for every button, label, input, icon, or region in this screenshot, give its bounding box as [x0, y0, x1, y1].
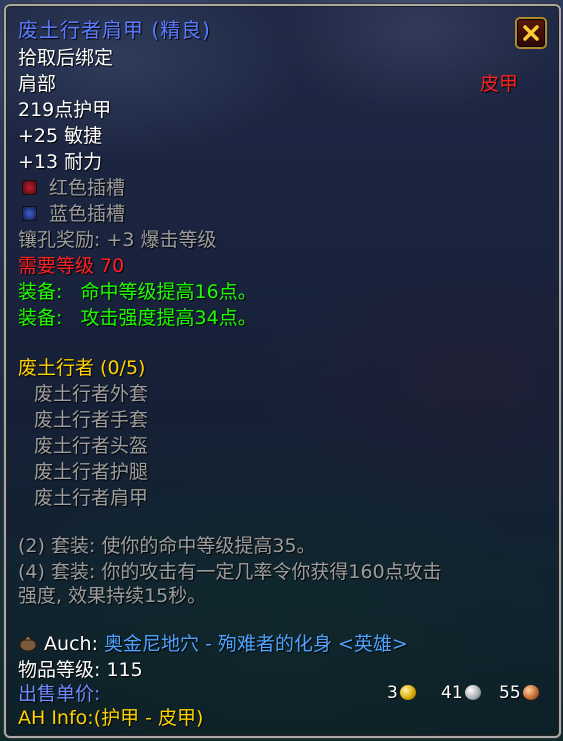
copper-amount: 55	[499, 682, 539, 704]
set-piece: 废土行者头盔	[34, 435, 149, 457]
set-piece: 废土行者护腿	[34, 461, 149, 483]
close-button[interactable]	[515, 17, 547, 49]
loot-bag-icon	[19, 635, 37, 652]
item-level: 物品等级: 115	[18, 659, 143, 681]
set-bonus-4-cont: 强度, 效果持续15秒。	[18, 585, 207, 607]
item-name: 废土行者肩甲 (精良)	[18, 18, 211, 42]
sell-price-label: 出售单价:	[18, 683, 101, 705]
equip-effect-2: 装备: 攻击强度提高34点。	[18, 307, 257, 329]
source-line: Auch: 奥金尼地穴 - 殉难者的化身 <英雄>	[18, 632, 408, 656]
set-piece: 废土行者手套	[34, 409, 149, 431]
set-bonus-4: (4) 套装: 你的攻击有一定几率令你获得160点攻击	[18, 561, 442, 583]
red-socket-icon	[22, 180, 37, 195]
gold-amount: 3	[387, 682, 416, 704]
silver-amount: 41	[441, 682, 481, 704]
socket-blue: 蓝色插槽	[18, 202, 125, 226]
ah-info: AH Info:(护甲 - 皮甲)	[18, 707, 204, 729]
socket-red: 红色插槽	[18, 176, 125, 200]
close-icon	[523, 25, 539, 41]
stat-stamina: +13 耐力	[18, 151, 103, 173]
set-piece: 废土行者肩甲	[34, 487, 149, 509]
set-bonus-2: (2) 套装: 使你的命中等级提高35。	[18, 535, 316, 557]
silver-coin-icon	[464, 685, 481, 700]
slot-text: 肩部	[18, 73, 57, 95]
armor-type: 皮甲	[480, 73, 519, 95]
equip-effect-1: 装备: 命中等级提高16点。	[18, 281, 257, 303]
set-header: 废土行者 (0/5)	[18, 357, 146, 379]
bind-text: 拾取后绑定	[18, 47, 114, 69]
blue-socket-icon	[22, 206, 37, 221]
stat-agility: +25 敏捷	[18, 125, 103, 147]
socket-bonus: 镶孔奖励: +3 爆击等级	[18, 229, 217, 251]
gold-coin-icon	[399, 685, 416, 700]
level-requirement: 需要等级 70	[18, 255, 125, 277]
set-piece: 废土行者外套	[34, 383, 149, 405]
item-tooltip: 废土行者肩甲 (精良) 拾取后绑定 肩部 皮甲 219点护甲 +25 敏捷 +1…	[4, 4, 561, 738]
copper-coin-icon	[522, 685, 539, 700]
armor-value: 219点护甲	[18, 99, 112, 121]
